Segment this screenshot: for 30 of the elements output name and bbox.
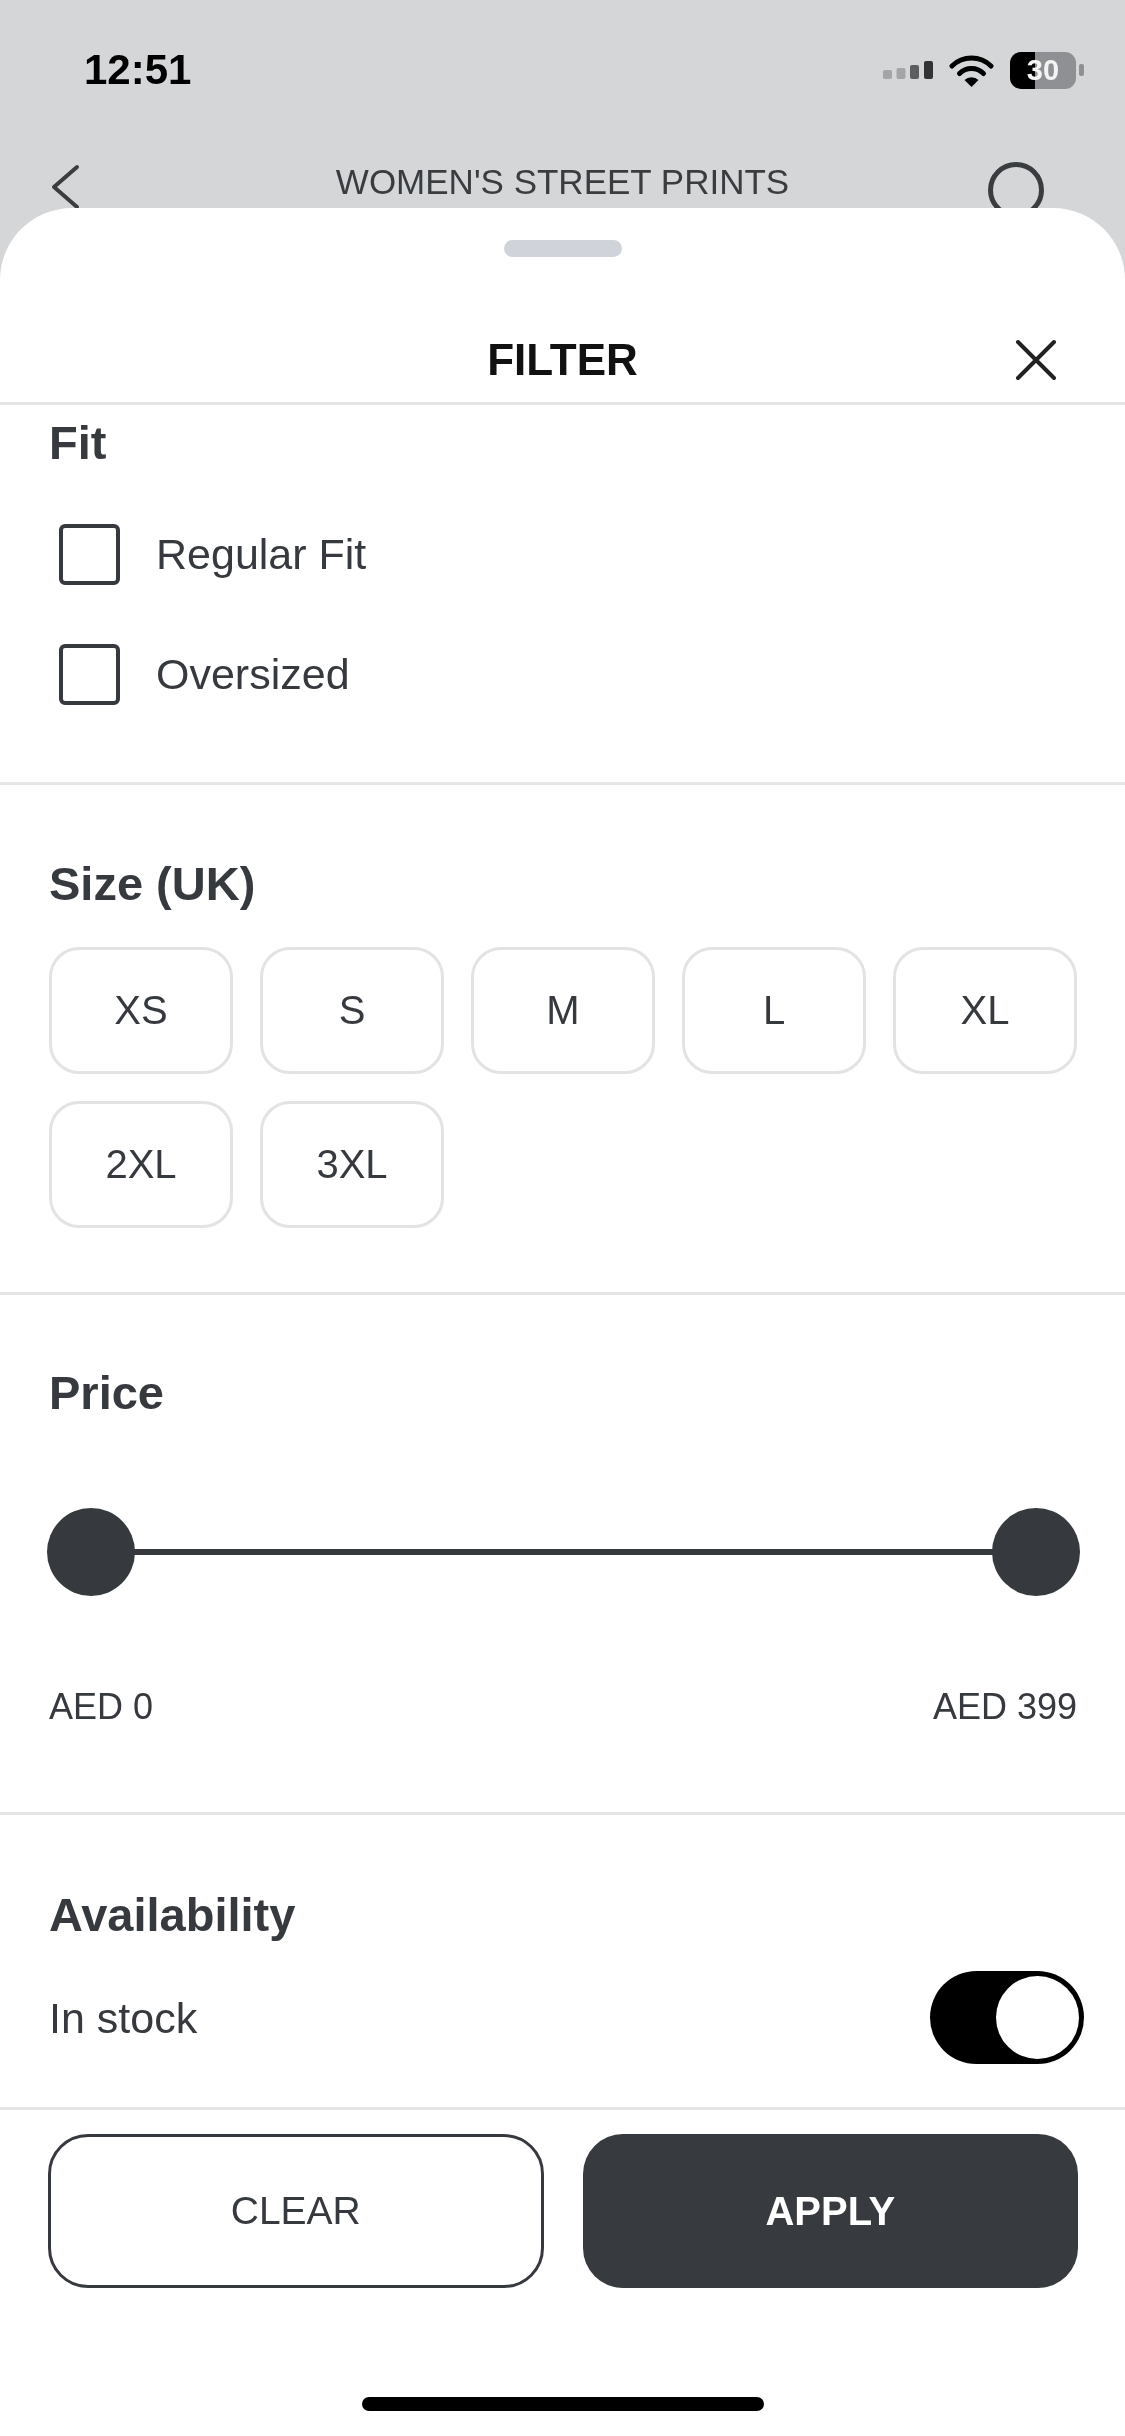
price-min-label: AED 0 (49, 1685, 154, 1729)
clear-button[interactable]: CLEAR (48, 2134, 544, 2288)
checkbox[interactable] (59, 523, 120, 585)
apply-button[interactable]: APPLY (582, 2134, 1078, 2288)
section-heading: Availability (49, 1887, 297, 1943)
size-chip[interactable]: S (260, 947, 444, 1074)
status-time: 12:51 (84, 45, 192, 95)
price-slider-track[interactable] (47, 1508, 1080, 1596)
wifi-icon (949, 53, 994, 87)
signal-icon (883, 61, 933, 79)
section-heading: Fit (49, 415, 108, 471)
option-label: Oversized (156, 649, 350, 699)
sheet-title: FILTER (487, 334, 638, 386)
size-chip[interactable]: 3XL (260, 1101, 444, 1228)
checkbox[interactable] (59, 643, 120, 705)
size-chip[interactable]: XS (49, 947, 233, 1074)
page-title: WOMEN'S STREET PRINTS (335, 162, 790, 202)
section-heading: Price (49, 1365, 165, 1421)
size-chip[interactable]: L (682, 947, 866, 1074)
section-heading: Size (UK) (49, 856, 257, 912)
size-chip[interactable]: XL (893, 947, 1077, 1074)
option-label: Regular Fit (156, 529, 367, 579)
drag-handle[interactable] (503, 240, 622, 257)
price-max-label: AED 399 (932, 1685, 1077, 1729)
size-chip[interactable]: M (471, 947, 655, 1074)
toggle-label: In stock (49, 1992, 198, 2043)
close-icon[interactable] (1015, 339, 1057, 381)
size-chip[interactable]: 2XL (49, 1101, 233, 1228)
back-chevron-icon[interactable] (50, 164, 80, 210)
search-icon[interactable] (987, 161, 1045, 208)
